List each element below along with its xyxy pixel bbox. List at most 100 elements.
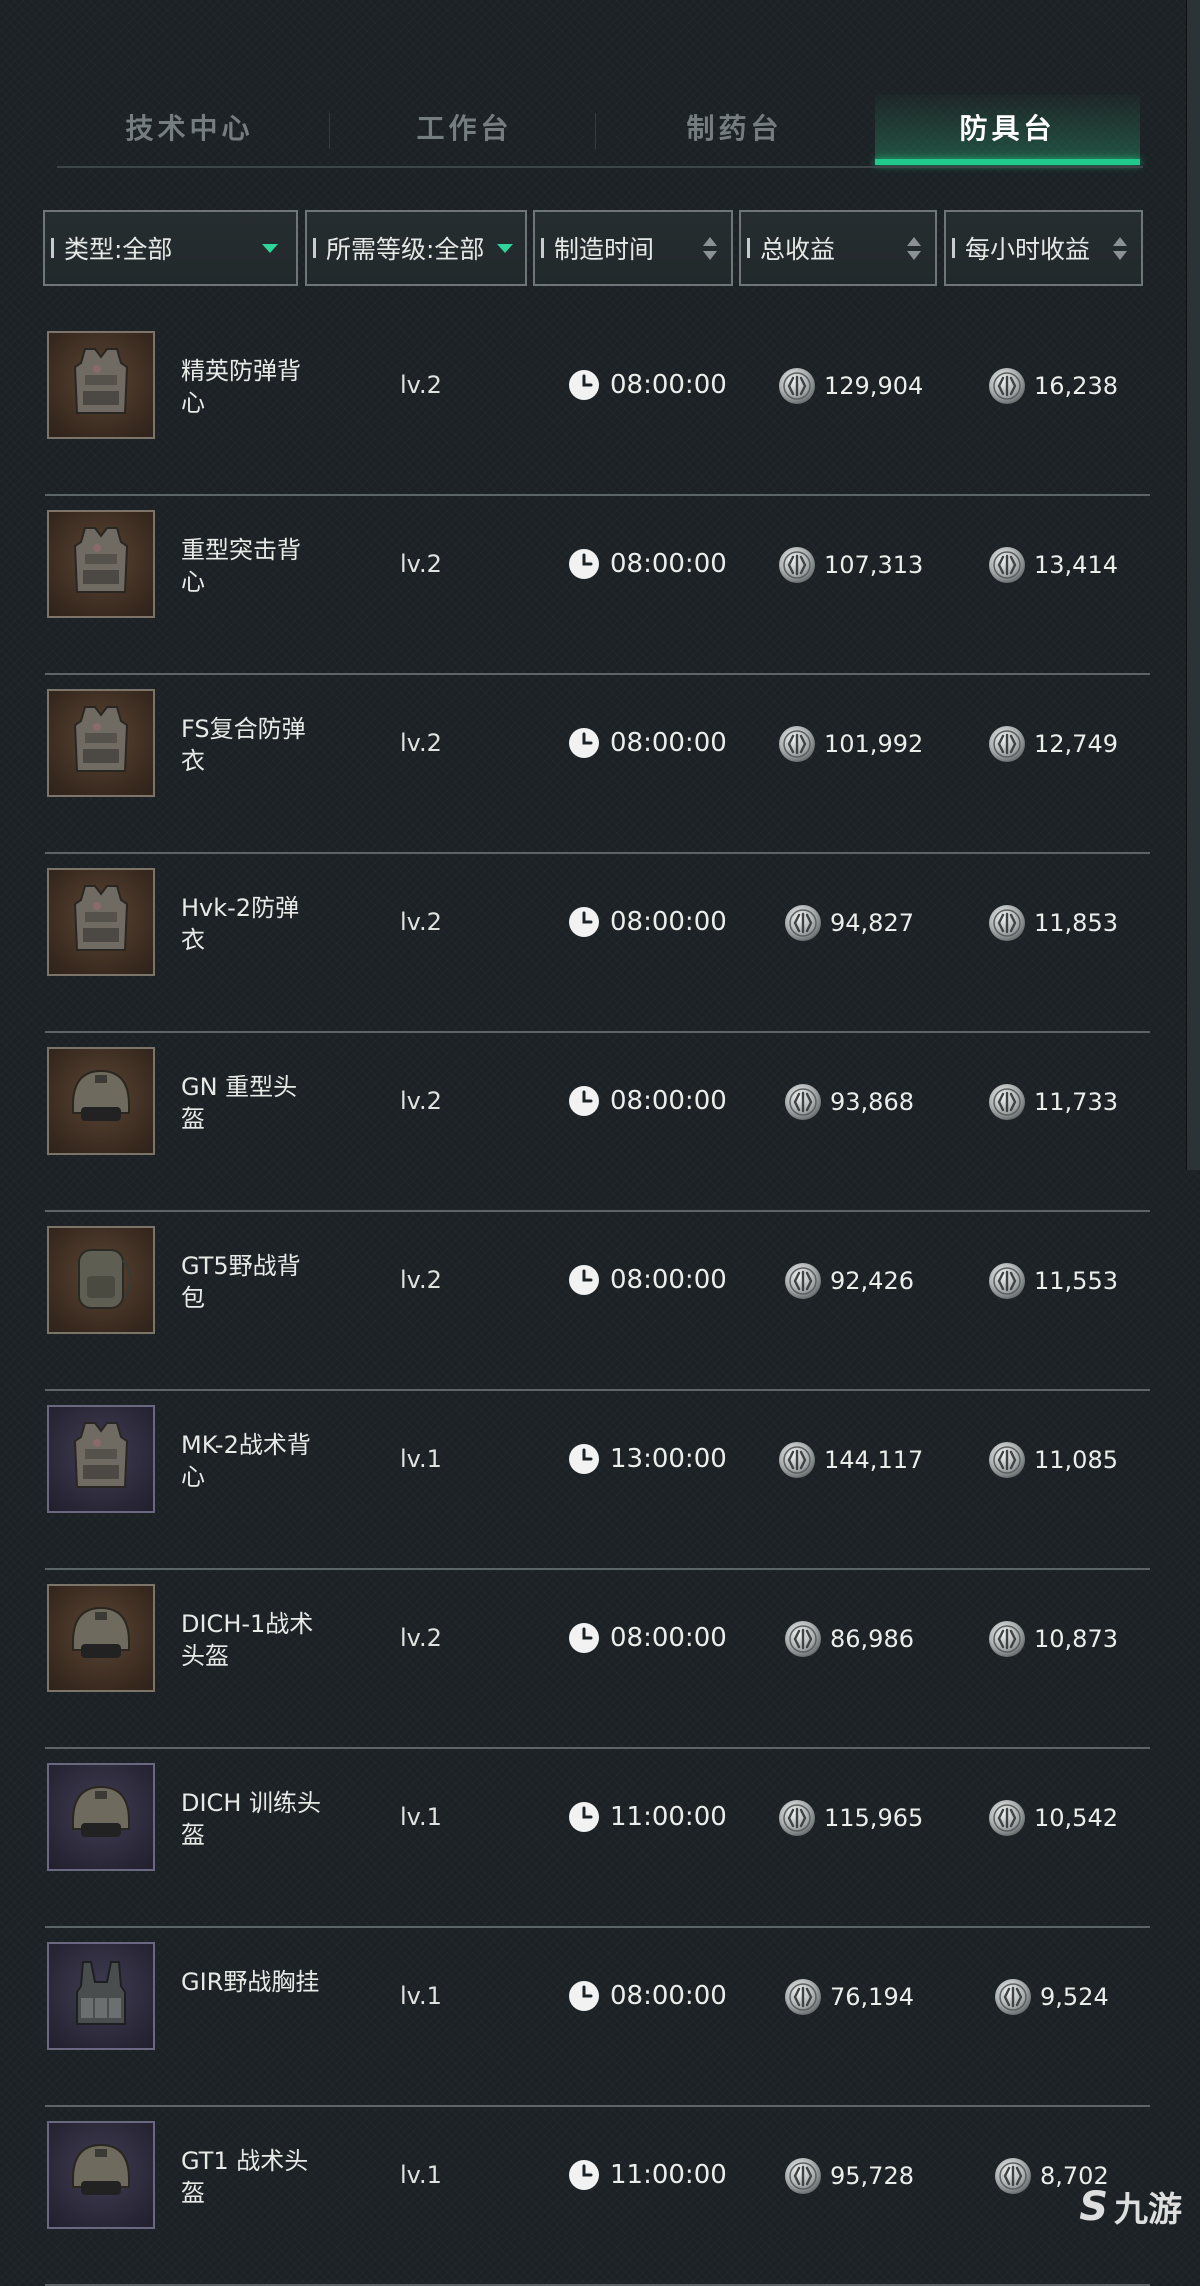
item-name: DICH-1战术头盔 bbox=[181, 1610, 314, 1670]
coin-icon bbox=[988, 367, 1034, 405]
item-name: 重型突击背心 bbox=[181, 536, 301, 596]
item-level: lv.1 bbox=[400, 1803, 442, 1831]
item-name: MK-2战术背心 bbox=[181, 1431, 311, 1491]
table-row[interactable]: GN 重型头盔 lv.2 08:00:00 93,868 11,733 bbox=[45, 1033, 1150, 1212]
level-filter-dropdown[interactable]: 所需等级:全部 bbox=[305, 210, 527, 286]
total-profit-value: 86,986 bbox=[830, 1625, 914, 1653]
craft-time-value: 08:00:00 bbox=[610, 1981, 727, 2011]
scrollbar[interactable] bbox=[1186, 0, 1200, 1170]
item-thumbnail[interactable] bbox=[47, 689, 155, 797]
table-row[interactable]: 精英防弹背心 lv.2 08:00:00 129,904 16,238 bbox=[45, 317, 1150, 496]
filter-marker bbox=[541, 238, 544, 258]
backpack-icon bbox=[59, 1236, 143, 1324]
item-name: FS复合防弹衣 bbox=[181, 715, 306, 775]
item-thumbnail[interactable] bbox=[47, 1763, 155, 1871]
hourly-profit: 12,749 bbox=[988, 725, 1118, 763]
tab-label: 工作台 bbox=[416, 112, 513, 145]
table-row[interactable]: MK-2战术背心 lv.1 13:00:00 144,117 11,085 bbox=[45, 1391, 1150, 1570]
item-thumbnail[interactable] bbox=[47, 331, 155, 439]
item-level: lv.1 bbox=[400, 2161, 442, 2189]
item-thumbnail[interactable] bbox=[47, 1226, 155, 1334]
coin-icon bbox=[988, 1441, 1034, 1479]
total-profit: 129,904 bbox=[778, 367, 923, 405]
total-profit-value: 94,827 bbox=[830, 909, 914, 937]
table-row[interactable]: GT1 战术头盔 lv.1 11:00:00 95,728 8,702 bbox=[45, 2107, 1150, 2286]
craft-time: 08:00:00 bbox=[568, 548, 727, 580]
item-thumbnail[interactable] bbox=[47, 868, 155, 976]
coin-icon bbox=[988, 1799, 1034, 1837]
hourly-profit: 11,085 bbox=[988, 1441, 1118, 1479]
table-row[interactable]: Hvk-2防弹衣 lv.2 08:00:00 94,827 11,853 bbox=[45, 854, 1150, 1033]
hourly-profit: 11,853 bbox=[988, 904, 1118, 942]
hourly-profit-sort[interactable]: 每小时收益 bbox=[944, 210, 1143, 286]
item-thumbnail[interactable] bbox=[47, 1942, 155, 2050]
craft-time: 08:00:00 bbox=[568, 727, 727, 759]
sort-icon bbox=[1113, 236, 1127, 260]
total-profit-value: 107,313 bbox=[824, 551, 924, 579]
sort-icon bbox=[907, 236, 921, 260]
item-name: GIR野战胸挂 bbox=[181, 1968, 320, 1996]
item-list: 精英防弹背心 lv.2 08:00:00 129,904 16,238 重型突击背心 lv.… bbox=[45, 317, 1150, 2286]
clock-icon bbox=[568, 1801, 610, 1833]
coin-icon bbox=[988, 904, 1034, 942]
total-profit-value: 129,904 bbox=[824, 372, 924, 400]
item-level: lv.2 bbox=[400, 908, 442, 936]
total-profit: 101,992 bbox=[778, 725, 923, 763]
hourly-profit-value: 10,873 bbox=[1034, 1625, 1118, 1653]
clock-icon bbox=[568, 727, 610, 759]
coin-icon bbox=[988, 1620, 1034, 1658]
coin-icon bbox=[778, 367, 824, 405]
item-name: Hvk-2防弹衣 bbox=[181, 894, 300, 954]
site-watermark: S 九游 bbox=[1079, 2182, 1182, 2231]
chevron-down-icon bbox=[497, 243, 513, 253]
hourly-profit: 11,553 bbox=[988, 1262, 1118, 1300]
total-profit: 93,868 bbox=[784, 1083, 914, 1121]
table-row[interactable]: GT5野战背包 lv.2 08:00:00 92,426 11,553 bbox=[45, 1212, 1150, 1391]
total-profit-value: 144,117 bbox=[824, 1446, 924, 1474]
item-thumbnail[interactable] bbox=[47, 1584, 155, 1692]
item-name: DICH 训练头盔 bbox=[181, 1789, 321, 1849]
tab-armor-bench[interactable]: 防具台 bbox=[875, 95, 1140, 165]
item-thumbnail[interactable] bbox=[47, 1047, 155, 1155]
helmet-icon bbox=[59, 1594, 143, 1682]
coin-icon bbox=[784, 1620, 830, 1658]
craft-time: 08:00:00 bbox=[568, 1085, 727, 1117]
clock-icon bbox=[568, 548, 610, 580]
clock-icon bbox=[568, 1622, 610, 1654]
hourly-profit-value: 11,733 bbox=[1034, 1088, 1118, 1116]
clock-icon bbox=[568, 1085, 610, 1117]
item-thumbnail[interactable] bbox=[47, 2121, 155, 2229]
item-thumbnail[interactable] bbox=[47, 510, 155, 618]
hourly-profit: 11,733 bbox=[988, 1083, 1118, 1121]
craft-time-sort[interactable]: 制造时间 bbox=[533, 210, 733, 286]
clock-icon bbox=[568, 369, 610, 401]
filter-marker bbox=[952, 238, 955, 258]
tab-workbench[interactable]: 工作台 bbox=[332, 95, 597, 159]
item-name: GT1 战术头盔 bbox=[181, 2147, 309, 2207]
helmet-icon bbox=[59, 2131, 143, 2219]
craft-time: 08:00:00 bbox=[568, 1264, 727, 1296]
type-filter-dropdown[interactable]: 类型:全部 bbox=[43, 210, 298, 286]
total-profit: 94,827 bbox=[784, 904, 914, 942]
coin-icon bbox=[988, 546, 1034, 584]
tab-tech-center[interactable]: 技术中心 bbox=[57, 95, 322, 159]
table-row[interactable]: DICH-1战术头盔 lv.2 08:00:00 86,986 10,873 bbox=[45, 1570, 1150, 1749]
table-row[interactable]: FS复合防弹衣 lv.2 08:00:00 101,992 12,749 bbox=[45, 675, 1150, 854]
table-row[interactable]: GIR野战胸挂 lv.1 08:00:00 76,194 9,524 bbox=[45, 1928, 1150, 2107]
table-row[interactable]: DICH 训练头盔 lv.1 11:00:00 115,965 10,542 bbox=[45, 1749, 1150, 1928]
table-row[interactable]: 重型突击背心 lv.2 08:00:00 107,313 13,414 bbox=[45, 496, 1150, 675]
hourly-profit-value: 10,542 bbox=[1034, 1804, 1118, 1832]
total-profit: 107,313 bbox=[778, 546, 923, 584]
tab-pharmacy[interactable]: 制药台 bbox=[602, 95, 867, 159]
coin-icon bbox=[784, 1083, 830, 1121]
total-profit-value: 93,868 bbox=[830, 1088, 914, 1116]
coin-icon bbox=[784, 1262, 830, 1300]
item-thumbnail[interactable] bbox=[47, 1405, 155, 1513]
filter-marker bbox=[747, 238, 750, 258]
vest-icon bbox=[59, 878, 143, 966]
craft-time-value: 11:00:00 bbox=[610, 1802, 727, 1832]
total-profit-sort[interactable]: 总收益 bbox=[739, 210, 937, 286]
item-level: lv.1 bbox=[400, 1982, 442, 2010]
tab-label: 防具台 bbox=[959, 112, 1056, 145]
coin-icon bbox=[778, 725, 824, 763]
